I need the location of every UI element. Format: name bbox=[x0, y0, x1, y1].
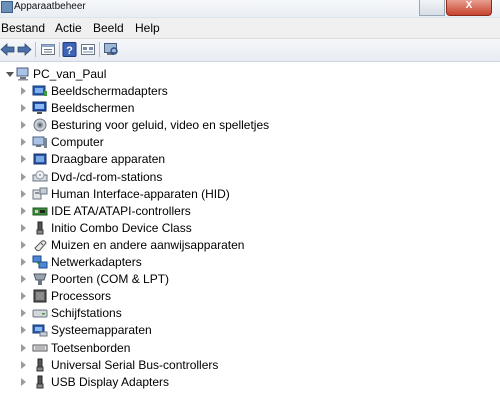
tree-node[interactable]: Human Interface-apparaten (HID) bbox=[0, 186, 500, 203]
dvd-drive-icon bbox=[32, 170, 48, 181]
expand-arrow-icon[interactable] bbox=[21, 189, 26, 198]
display-adapter-icon bbox=[32, 85, 47, 96]
menu-bar: Bestand Actie Beeld Help bbox=[0, 18, 500, 39]
tree-node-label: Systeemapparaten bbox=[51, 323, 152, 338]
tree-node-label: Human Interface-apparaten (HID) bbox=[51, 186, 230, 201]
tree-node-label: Muizen en andere aanwijsapparaten bbox=[51, 237, 245, 252]
tree-node-label: Draagbare apparaten bbox=[51, 152, 166, 167]
expand-arrow-icon[interactable] bbox=[21, 104, 26, 113]
computer-root-icon bbox=[16, 67, 29, 81]
expand-arrow-icon[interactable] bbox=[21, 309, 26, 318]
tree-node-label: Besturing voor geluid, video en spelletj… bbox=[51, 118, 270, 133]
toolbar: ? bbox=[0, 39, 500, 62]
tree-node[interactable]: Initio Combo Device Class bbox=[0, 220, 500, 237]
expand-arrow-icon[interactable] bbox=[21, 87, 26, 95]
title-bar: Apparaatbeheer X bbox=[0, 0, 500, 18]
network-adapter-icon bbox=[32, 255, 48, 269]
close-button[interactable]: X bbox=[446, 0, 492, 16]
expand-arrow-icon[interactable] bbox=[21, 360, 26, 369]
maximize-button[interactable] bbox=[419, 0, 445, 16]
tree-node-label: Poorten (COM & LPT) bbox=[51, 272, 170, 287]
tree-node[interactable]: Beeldschermadapters bbox=[0, 83, 500, 100]
toolbar-separator bbox=[59, 42, 60, 57]
tree-node-label: Initio Combo Device Class bbox=[51, 220, 192, 235]
forward-arrow-icon[interactable] bbox=[16, 42, 32, 57]
hid-icon bbox=[32, 187, 48, 200]
device-manager-app-icon bbox=[1, 1, 13, 13]
tree-node-label: Beeldschermen bbox=[51, 101, 135, 116]
mouse-icon bbox=[34, 240, 47, 252]
port-icon bbox=[33, 273, 47, 286]
collapse-arrow-icon[interactable] bbox=[6, 72, 14, 77]
tree-node[interactable]: Schijfstations bbox=[0, 305, 500, 322]
tree-node[interactable]: USB Display Adapters bbox=[0, 374, 500, 391]
tree-node-label: IDE ATA/ATAPI-controllers bbox=[51, 203, 191, 218]
tree-node[interactable]: Draagbare apparaten bbox=[0, 151, 500, 168]
tree-node-label: Netwerkadapters bbox=[51, 255, 142, 269]
computer-icon bbox=[32, 136, 47, 149]
back-arrow-icon[interactable] bbox=[0, 42, 16, 57]
show-hidden-icon[interactable] bbox=[80, 42, 96, 57]
window-title: Apparaatbeheer bbox=[14, 1, 86, 12]
toolbar-separator bbox=[35, 42, 36, 57]
tree-node[interactable]: Systeemapparaten bbox=[0, 322, 500, 339]
menu-help[interactable]: Help bbox=[135, 21, 160, 35]
system-device-icon bbox=[32, 324, 48, 337]
tree-node-label: Processors bbox=[51, 289, 112, 304]
expand-arrow-icon[interactable] bbox=[21, 240, 26, 249]
tree-node[interactable]: Dvd-/cd-rom-stations bbox=[0, 169, 500, 186]
tree-node[interactable]: Muizen en andere aanwijsapparaten bbox=[0, 237, 500, 254]
menu-bestand[interactable]: Bestand bbox=[1, 21, 45, 35]
expand-arrow-icon[interactable] bbox=[21, 275, 26, 284]
scan-hardware-icon[interactable] bbox=[103, 42, 119, 57]
tree-node-label: Beeldschermadapters bbox=[51, 84, 168, 98]
tree-node[interactable]: Universal Serial Bus-controllers bbox=[0, 357, 500, 374]
disk-drive-icon bbox=[32, 309, 48, 318]
tree-node-label: Computer bbox=[51, 135, 104, 150]
expand-arrow-icon[interactable] bbox=[21, 326, 26, 335]
tree-node-label: Schijfstations bbox=[51, 306, 122, 321]
portable-device-icon bbox=[33, 153, 47, 165]
expand-arrow-icon[interactable] bbox=[21, 172, 26, 181]
expand-arrow-icon[interactable] bbox=[21, 138, 26, 147]
expand-arrow-icon[interactable] bbox=[21, 155, 26, 164]
expand-arrow-icon[interactable] bbox=[21, 292, 26, 301]
tree-node-label: USB Display Adapters bbox=[51, 374, 170, 389]
menu-actie[interactable]: Actie bbox=[55, 21, 82, 35]
expand-arrow-icon[interactable] bbox=[21, 206, 26, 215]
tree-node[interactable]: Processors bbox=[0, 288, 500, 305]
tree-node[interactable]: Besturing voor geluid, video en spelletj… bbox=[0, 117, 500, 134]
keyboard-icon bbox=[32, 344, 48, 351]
expand-arrow-icon[interactable] bbox=[21, 377, 26, 386]
usb-device-icon bbox=[36, 221, 44, 235]
tree-node[interactable]: Beeldschermen bbox=[0, 100, 500, 117]
expand-arrow-icon[interactable] bbox=[21, 258, 26, 266]
properties-icon[interactable] bbox=[40, 42, 56, 57]
tree-node-label: Dvd-/cd-rom-stations bbox=[51, 169, 163, 184]
tree-node-label: Universal Serial Bus-controllers bbox=[51, 357, 219, 372]
toolbar-separator bbox=[99, 42, 100, 57]
tree-root-node[interactable]: PC_van_Paul bbox=[0, 66, 500, 83]
menu-beeld[interactable]: Beeld bbox=[93, 21, 124, 35]
processor-icon bbox=[33, 289, 47, 303]
expand-arrow-icon[interactable] bbox=[21, 223, 26, 232]
help-icon[interactable]: ? bbox=[62, 42, 78, 57]
ide-controller-icon bbox=[32, 207, 48, 216]
tree-node[interactable]: Toetsenborden bbox=[0, 340, 500, 357]
tree-node[interactable]: Poorten (COM & LPT) bbox=[0, 271, 500, 288]
tree-node-label: Toetsenborden bbox=[51, 340, 131, 355]
speaker-icon bbox=[33, 118, 47, 132]
usb-controller-icon bbox=[36, 358, 44, 372]
tree-node[interactable]: Netwerkadapters bbox=[0, 254, 500, 271]
expand-arrow-icon[interactable] bbox=[21, 343, 26, 352]
tree-node[interactable]: IDE ATA/ATAPI-controllers bbox=[0, 203, 500, 220]
tree-root-label: PC_van_Paul bbox=[33, 67, 107, 81]
usb-display-icon bbox=[36, 375, 44, 389]
svg-text:?: ? bbox=[66, 45, 73, 57]
tree-node[interactable]: Computer bbox=[0, 134, 500, 151]
expand-arrow-icon[interactable] bbox=[21, 121, 26, 130]
monitor-icon bbox=[32, 101, 47, 115]
